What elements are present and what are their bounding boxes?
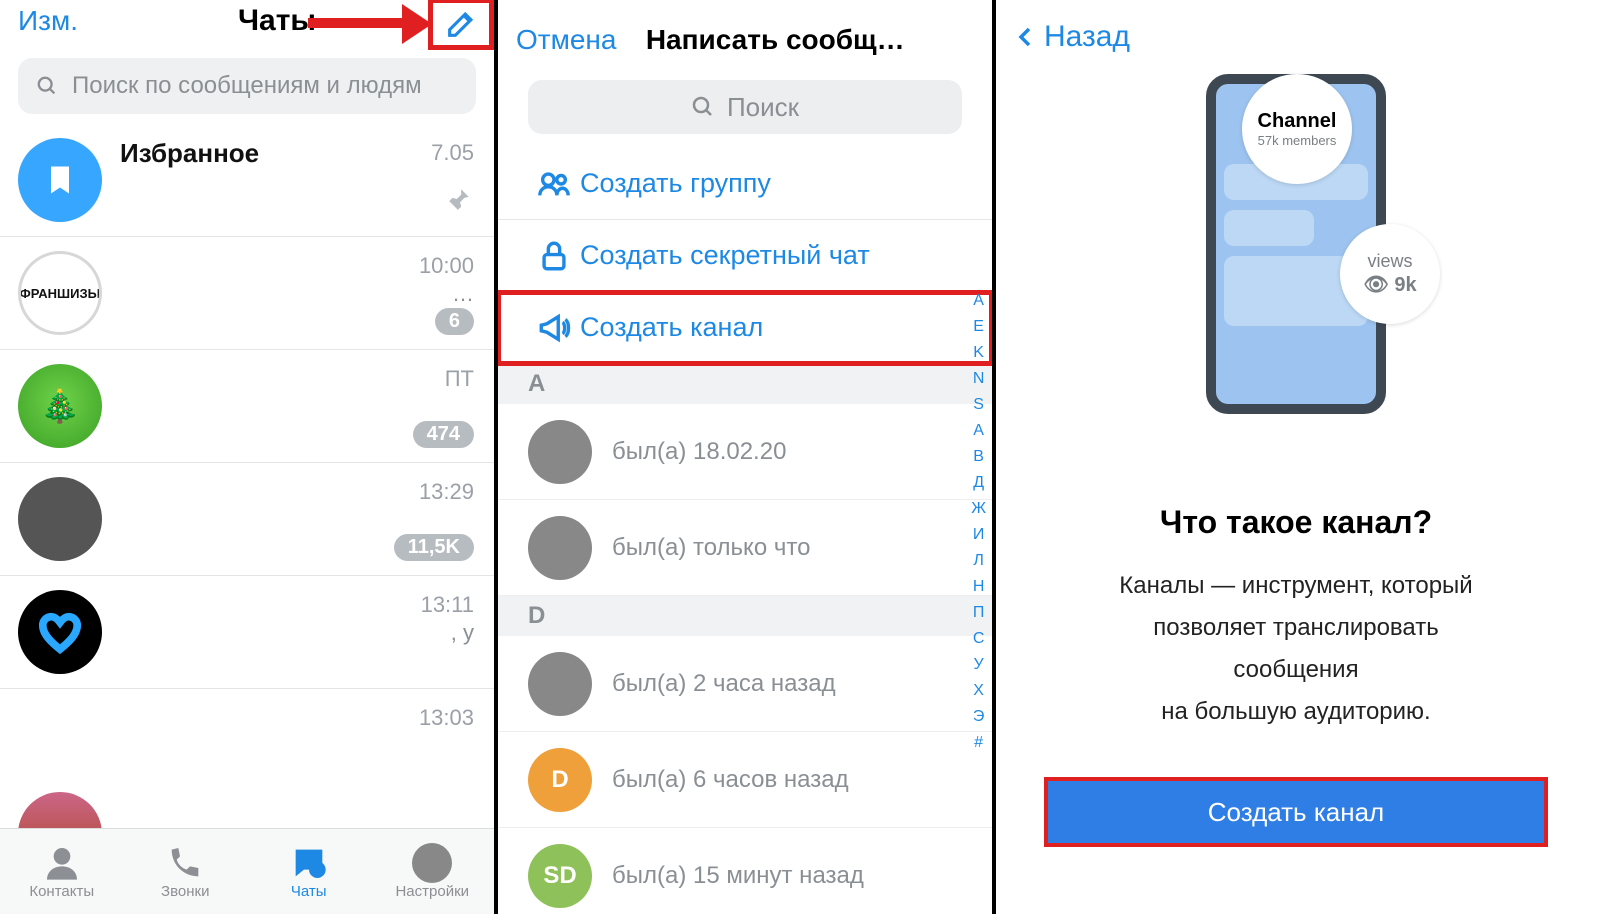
screen-new-message: Отмена Написать сообщ… Поиск Создать гру… (498, 0, 996, 914)
description: Каналы — инструмент, который позволяет т… (1036, 565, 1556, 733)
chat-time: 10:00 (419, 253, 474, 279)
contact-status: был(а) 6 часов назад (612, 766, 849, 794)
illus-views-label: views (1367, 251, 1412, 272)
create-channel[interactable]: Создать канал (498, 292, 992, 364)
avatar: ФРАНШИЗЫ (18, 251, 102, 335)
unread-badge: 474 (413, 421, 474, 448)
contact-icon (42, 843, 82, 883)
avatar (528, 420, 592, 484)
chat-row[interactable]: , у 13:11 (0, 576, 494, 689)
create-group[interactable]: Создать группу (498, 148, 992, 220)
search-icon (691, 95, 715, 119)
unread-badge: 11,5K (394, 534, 474, 561)
megaphone-icon (537, 311, 571, 345)
avatar (18, 477, 102, 561)
heading: Что такое канал? (996, 504, 1596, 541)
search-placeholder: Поиск по сообщениям и людям (72, 72, 422, 100)
screen-chats: Изм. Чаты Поиск по сообщениям и людям Из… (0, 0, 498, 914)
avatar (18, 364, 102, 448)
chat-row[interactable]: 13:29 11,5K (0, 463, 494, 576)
compose-button[interactable] (428, 0, 494, 50)
bookmark-icon (42, 162, 78, 198)
chat-time: 13:03 (419, 705, 474, 731)
search-placeholder: Поиск (727, 92, 799, 123)
screen-channel-intro: Назад Channel 57k members views 👁 9k Что… (996, 0, 1596, 914)
contact-status: был(а) 15 минут назад (612, 862, 864, 890)
tab-settings[interactable]: Настройки (371, 829, 495, 914)
section-header: D (498, 596, 992, 636)
contact-row[interactable]: был(а) только что (498, 500, 992, 596)
chat-row[interactable]: ПТ 474 (0, 350, 494, 463)
contact-status: был(а) 2 часа назад (612, 670, 836, 698)
search-input[interactable]: Поиск по сообщениям и людям (18, 58, 476, 114)
chat-row[interactable]: ФРАНШИЗЫ … 10:00 6 (0, 237, 494, 350)
illus-channel-label: Channel (1258, 110, 1337, 133)
chat-time: ПТ (445, 366, 474, 392)
heart-icon (37, 609, 83, 655)
phone-icon (165, 843, 205, 883)
group-icon (537, 167, 571, 201)
pin-icon (446, 186, 472, 212)
chat-preview: , у (120, 620, 476, 646)
chat-time: 7.05 (431, 140, 474, 166)
create-secret-chat[interactable]: Создать секретный чат (498, 220, 992, 292)
illus-members-label: 57k members (1258, 133, 1337, 148)
create-channel-highlight: Создать канал (1046, 779, 1546, 845)
contact-row[interactable]: D был(а) 6 часов назад (498, 732, 992, 828)
contact-row[interactable]: был(а) 2 часа назад (498, 636, 992, 732)
contact-status: был(а) 18.02.20 (612, 438, 786, 466)
section-header: A (498, 364, 992, 404)
lock-icon (537, 239, 571, 273)
search-input[interactable]: Поиск (528, 80, 962, 134)
chat-name: Избранное (120, 138, 476, 169)
chat-row[interactable]: Избранное 7.05 (0, 124, 494, 237)
chat-row[interactable]: 13:03 (0, 689, 494, 717)
contact-status: был(а) только что (612, 534, 810, 562)
edit-button[interactable]: Изм. (18, 5, 78, 37)
chat-preview: … (120, 281, 476, 307)
avatar (528, 652, 592, 716)
search-icon (36, 75, 58, 97)
avatar: D (528, 748, 592, 812)
compose-icon (444, 7, 478, 41)
annotation-arrow (308, 8, 430, 38)
tab-chats[interactable]: Чаты (247, 829, 371, 914)
avatar: SD (528, 844, 592, 908)
tab-contacts[interactable]: Контакты (0, 829, 124, 914)
page-title: Написать сообщ… (576, 24, 974, 56)
contact-row[interactable]: SD был(а) 15 минут назад (498, 828, 992, 914)
alpha-index[interactable]: AEKNSАВДЖИЛНПСУХЭ# (971, 288, 986, 756)
avatar-saved (18, 138, 102, 222)
tab-calls[interactable]: Звонки (124, 829, 248, 914)
chat-icon (289, 843, 329, 883)
unread-badge: 6 (435, 308, 474, 335)
avatar (528, 516, 592, 580)
chat-time: 13:29 (419, 479, 474, 505)
avatar (18, 590, 102, 674)
chevron-left-icon (1014, 25, 1038, 49)
tab-bar: Контакты Звонки Чаты Настройки (0, 828, 494, 914)
chat-time: 13:11 (421, 592, 474, 618)
avatar-icon (412, 843, 452, 883)
create-channel-button[interactable]: Создать канал (1046, 779, 1546, 845)
contact-row[interactable]: был(а) 18.02.20 (498, 404, 992, 500)
back-button[interactable]: Назад (996, 0, 1596, 74)
channel-illustration: Channel 57k members views 👁 9k (1206, 74, 1386, 414)
